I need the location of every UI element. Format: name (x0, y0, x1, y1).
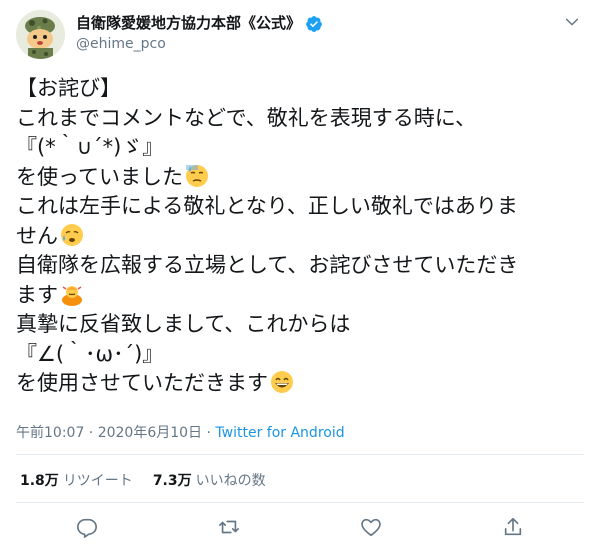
handle[interactable]: @ehime_pco (76, 35, 323, 54)
tweet-line-with-emoji: ます (16, 281, 586, 311)
share-icon[interactable] (502, 516, 524, 538)
tweet-line: を使っていました (16, 164, 183, 189)
tweet-meta: 午前10:07 · 2020年6月10日 · Twitter for Andro… (16, 422, 345, 442)
tweet-line: せん (16, 223, 58, 248)
tweet-line: 真摯に反省致しまして、これからは (16, 312, 351, 336)
tweet-stats: 1.8万 リツイート 7.3万 いいねの数 (20, 470, 286, 490)
like-label[interactable]: いいねの数 (196, 473, 266, 489)
avatar[interactable] (16, 10, 65, 59)
divider (16, 454, 584, 455)
tweet-line: 【お詫び】 (16, 76, 121, 100)
avatar-mascot-icon (16, 10, 65, 59)
grinning-smile-emoji-icon (271, 371, 293, 393)
display-name-row[interactable]: 自衛隊愛媛地方協力本部《公式》 (76, 14, 323, 33)
tweet-line-with-emoji: を使用させていただきます (16, 369, 586, 399)
retweet-count[interactable]: 1.8万 (20, 473, 59, 489)
tweet-line: 『(*｀∪´*)ゞ』 (16, 135, 164, 159)
tweet-line: 自衛隊を広報する立場として、お詫びさせていただき (16, 253, 519, 277)
tweet-line-with-emoji: を使っていました (16, 163, 586, 193)
retweet-icon[interactable] (218, 516, 240, 538)
action-bar (0, 512, 600, 542)
tweet-line: ます (16, 282, 58, 307)
divider (16, 502, 584, 503)
tweet-line-with-emoji: せん (16, 222, 586, 252)
source-link[interactable]: Twitter for Android (215, 425, 344, 441)
retweet-label[interactable]: リツイート (63, 473, 133, 489)
timestamp[interactable]: 午前10:07 · 2020年6月10日 · (16, 425, 215, 441)
tweet-line: を使用させていただきます (16, 371, 268, 395)
person-bowing-emoji-icon (62, 285, 82, 306)
downcast-sweat-emoji-icon (185, 164, 208, 187)
display-name[interactable]: 自衛隊愛媛地方協力本部《公式》 (76, 14, 301, 33)
tweet-line: これは左手による敬礼となり、正しい敬礼ではありま (16, 194, 518, 218)
verified-badge-icon (306, 15, 322, 32)
tweet-text: 【お詫び】これまでコメントなどで、敬礼を表現する時に、 『(*｀∪´*)ゞ』 を使っ… (16, 74, 586, 399)
like-count[interactable]: 7.3万 (153, 473, 192, 489)
like-icon[interactable] (360, 516, 382, 538)
sad-relieved-emoji-icon (61, 223, 83, 246)
tweet-line: これまでコメントなどで、敬礼を表現する時に、 (16, 105, 477, 130)
tweet-header: 自衛隊愛媛地方協力本部《公式》 @ehime_pco (16, 8, 584, 60)
tweet-line: 『∠(｀･ω･´)』 (16, 341, 164, 366)
chevron-down-icon[interactable] (564, 14, 580, 30)
account-names: 自衛隊愛媛地方協力本部《公式》 @ehime_pco (76, 14, 323, 54)
reply-icon[interactable] (76, 516, 98, 538)
